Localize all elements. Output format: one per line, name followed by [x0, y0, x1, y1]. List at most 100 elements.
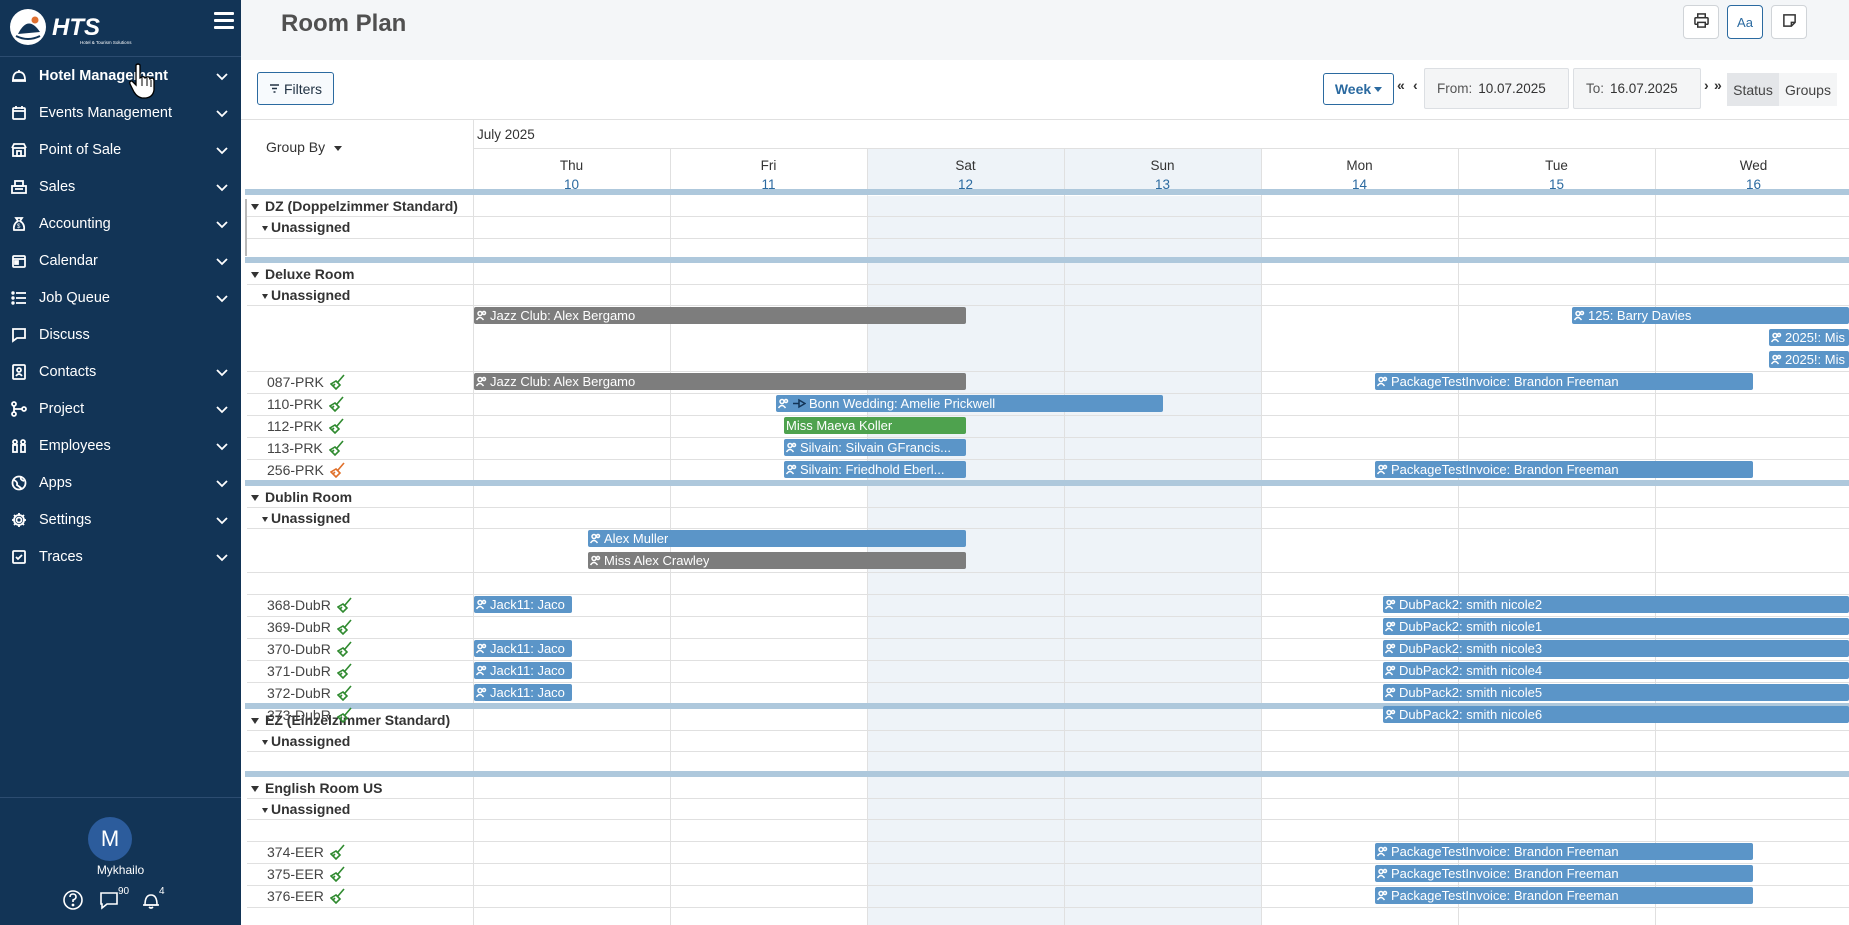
booking-bar[interactable]: DubPack2: smith nicole6 — [1383, 706, 1849, 723]
booking-bar[interactable]: 2025!: Mis — [1769, 351, 1849, 368]
notifications-count: 4 — [159, 886, 165, 897]
booking-bar[interactable]: Bonn Wedding: Amelie Prickwell — [776, 395, 1163, 412]
sidebar-item-contacts[interactable]: Contacts — [0, 353, 241, 390]
room-label[interactable]: 376-EER — [267, 888, 346, 904]
sidebar-item-events-management[interactable]: Events Management — [0, 94, 241, 131]
prev-page-button[interactable]: ‹ — [1413, 77, 1418, 93]
month-divider — [474, 148, 1849, 149]
group-header[interactable]: Deluxe Room — [251, 266, 354, 282]
booking-bar[interactable]: PackageTestInvoice: Brandon Freeman — [1375, 865, 1753, 882]
grid-divider — [473, 120, 474, 925]
group-by-dropdown[interactable]: Group By — [266, 139, 343, 155]
sidebar-item-label: Traces — [39, 548, 83, 565]
sidebar-item-calendar[interactable]: Calendar — [0, 242, 241, 279]
avatar[interactable]: M — [88, 817, 132, 861]
room-label[interactable]: 375-EER — [267, 866, 346, 882]
room-label[interactable]: 368-DubR — [267, 597, 353, 613]
logo[interactable]: HTS Hotel & Tourism Solutions — [10, 8, 210, 48]
booking-bar[interactable]: Alex Muller — [588, 530, 966, 547]
booking-bar[interactable]: Jack11: Jaco — [474, 596, 572, 613]
last-page-button[interactable]: » — [1714, 77, 1722, 93]
sidebar-item-accounting[interactable]: $ Accounting — [0, 205, 241, 242]
booking-bar[interactable]: Jack11: Jaco — [474, 684, 572, 701]
booking-bar[interactable]: PackageTestInvoice: Brandon Freeman — [1375, 843, 1753, 860]
page-title: Room Plan — [281, 10, 407, 37]
first-page-button[interactable]: « — [1397, 77, 1405, 93]
sidebar-item-job-queue[interactable]: Job Queue — [0, 279, 241, 316]
sidebar-item-traces[interactable]: Traces — [0, 538, 241, 575]
room-label[interactable]: 372-DubR — [267, 685, 353, 701]
menu-toggle-icon[interactable] — [214, 12, 234, 30]
booking-bar[interactable]: Jazz Club: Alex Bergamo — [474, 373, 966, 390]
help-icon[interactable] — [62, 889, 84, 913]
room-label[interactable]: 374-EER — [267, 844, 346, 860]
messages-icon[interactable] — [98, 889, 120, 913]
sidebar-item-hotel-management[interactable]: Hotel Management — [0, 57, 241, 94]
room-label[interactable]: 370-DubR — [267, 641, 353, 657]
notes-button[interactable] — [1771, 5, 1807, 39]
unassigned-header[interactable]: Unassigned — [262, 801, 350, 817]
booking-bar[interactable]: Jazz Club: Alex Bergamo — [474, 307, 966, 324]
group-header[interactable]: English Room US — [251, 780, 382, 796]
booking-bar[interactable]: Miss Maeva Koller — [784, 417, 966, 434]
room-label[interactable]: 113-PRK — [267, 440, 345, 456]
guests-icon — [1385, 621, 1396, 632]
booking-bar[interactable]: Silvain: Friedhold Eberl... — [784, 461, 966, 478]
unassigned-header[interactable]: Unassigned — [262, 287, 350, 303]
font-size-button[interactable]: Aa — [1727, 5, 1763, 39]
sidebar-item-label: Events Management — [39, 104, 172, 121]
room-label[interactable]: 373-DubR — [267, 707, 353, 723]
booking-bar[interactable]: DubPack2: smith nicole1 — [1383, 618, 1849, 635]
print-button[interactable] — [1683, 5, 1719, 39]
unassigned-header[interactable]: Unassigned — [262, 510, 350, 526]
booking-bar[interactable]: PackageTestInvoice: Brandon Freeman — [1375, 887, 1753, 904]
row-line — [247, 305, 1849, 306]
booking-bar[interactable]: 125: Barry Davies — [1572, 307, 1849, 324]
guests-icon — [476, 310, 487, 321]
to-date-field[interactable]: To: 16.07.2025 — [1573, 68, 1701, 109]
sidebar-item-apps[interactable]: Apps — [0, 464, 241, 501]
sidebar-item-discuss[interactable]: Discuss — [0, 316, 241, 353]
filters-button[interactable]: Filters — [257, 72, 334, 105]
booking-bar[interactable]: Jack11: Jaco — [474, 662, 572, 679]
booking-bar[interactable]: DubPack2: smith nicole5 — [1383, 684, 1849, 701]
calendar-icon — [10, 252, 28, 270]
mode-status-button[interactable]: Status — [1727, 73, 1779, 106]
filter-icon — [269, 84, 279, 93]
next-page-button[interactable]: › — [1704, 77, 1709, 93]
room-label[interactable]: 256-PRK — [267, 462, 346, 478]
money-bag-icon: $ — [10, 215, 28, 233]
guests-icon — [1385, 599, 1396, 610]
booking-label: Silvain: Friedhold Eberl... — [800, 462, 945, 477]
booking-bar[interactable]: 2025!: Mis — [1769, 329, 1849, 346]
unassigned-header[interactable]: Unassigned — [262, 733, 350, 749]
booking-bar[interactable]: Silvain: Silvain GFrancis... — [784, 439, 966, 456]
sidebar-item-sales[interactable]: Sales — [0, 168, 241, 205]
room-label[interactable]: 087-PRK — [267, 374, 346, 390]
room-label[interactable]: 112-PRK — [267, 418, 345, 434]
booking-bar[interactable]: PackageTestInvoice: Brandon Freeman — [1375, 373, 1753, 390]
booking-bar[interactable]: DubPack2: smith nicole2 — [1383, 596, 1849, 613]
period-select[interactable]: Week — [1323, 73, 1394, 105]
sidebar-item-point-of-sale[interactable]: Point of Sale — [0, 131, 241, 168]
room-label[interactable]: 110-PRK — [267, 396, 345, 412]
room-label[interactable]: 369-DubR — [267, 619, 353, 635]
row-line — [247, 594, 1849, 595]
mode-groups-button[interactable]: Groups — [1779, 73, 1837, 106]
to-label: To: — [1586, 81, 1605, 96]
sidebar-item-project[interactable]: Project — [0, 390, 241, 427]
booking-bar[interactable]: DubPack2: smith nicole4 — [1383, 662, 1849, 679]
group-header[interactable]: Dublin Room — [251, 489, 352, 505]
sidebar-item-settings[interactable]: Settings — [0, 501, 241, 538]
booking-bar[interactable]: Miss Alex Crawley — [588, 552, 966, 569]
group-header[interactable]: DZ (Doppelzimmer Standard) — [251, 198, 458, 214]
unassigned-header[interactable]: Unassigned — [262, 219, 350, 235]
room-label[interactable]: 371-DubR — [267, 663, 353, 679]
booking-bar[interactable]: PackageTestInvoice: Brandon Freeman — [1375, 461, 1753, 478]
booking-bar[interactable]: DubPack2: smith nicole3 — [1383, 640, 1849, 657]
guests-icon — [1385, 709, 1396, 720]
to-value: 16.07.2025 — [1610, 81, 1678, 96]
booking-bar[interactable]: Jack11: Jaco — [474, 640, 572, 657]
from-date-field[interactable]: From: 10.07.2025 — [1424, 68, 1569, 109]
sidebar-item-employees[interactable]: Employees — [0, 427, 241, 464]
